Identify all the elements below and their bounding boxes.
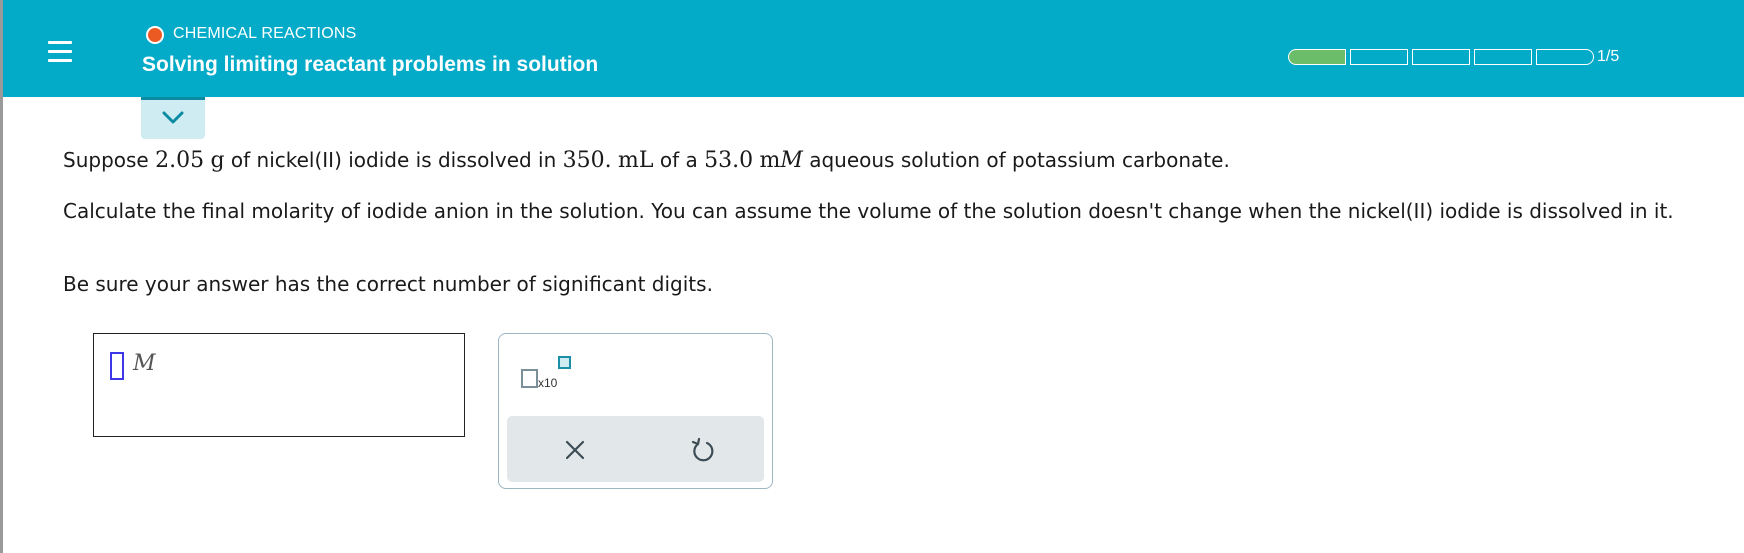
- volume-unit: mL: [618, 148, 654, 173]
- concentration-prefix: m: [759, 148, 781, 173]
- collapse-header-button[interactable]: [141, 97, 205, 139]
- menu-button[interactable]: [42, 33, 76, 67]
- concentration-unit: M: [780, 148, 803, 173]
- progress-segment-2: [1350, 49, 1408, 65]
- question-text: Suppose: [63, 148, 149, 172]
- scientific-notation-button[interactable]: x10: [521, 354, 571, 394]
- answer-unit: M: [133, 351, 156, 376]
- volume-value: 350.: [562, 148, 612, 173]
- action-bar: [507, 416, 764, 482]
- clear-button[interactable]: [559, 434, 591, 466]
- progress-count: 1/5: [1597, 48, 1620, 65]
- page-title: Solving limiting reactant problems in so…: [142, 53, 599, 76]
- undo-button[interactable]: [687, 434, 719, 466]
- exponent-placeholder-icon: [558, 356, 571, 369]
- math-tool-panel: x10: [498, 333, 773, 489]
- question-instruction: Calculate the final molarity of iodide a…: [63, 199, 1674, 223]
- question-statement: Suppose 2.05 g of nickel(II) iodide is d…: [63, 148, 1743, 173]
- progress-segment-3: [1412, 49, 1470, 65]
- mass-unit: g: [210, 148, 225, 173]
- question-text: aqueous solution of potassium carbonate.: [809, 148, 1230, 172]
- topic-label: CHEMICAL REACTIONS: [173, 25, 357, 42]
- question-text: of nickel(II) iodide is dissolved in: [230, 148, 557, 172]
- close-icon: [565, 440, 585, 460]
- hamburger-menu-icon: [48, 41, 72, 44]
- undo-icon: [691, 437, 714, 462]
- topic-status-dot: [148, 28, 162, 42]
- answer-input[interactable]: M: [93, 333, 465, 437]
- progress-segment-1: [1288, 49, 1346, 65]
- progress-segment-4: [1474, 49, 1532, 65]
- question-text: of a: [659, 148, 698, 172]
- header-bar: CHEMICAL REACTIONS Solving limiting reac…: [3, 0, 1744, 97]
- concentration-value: 53.0: [704, 148, 754, 173]
- answer-input-cursor: [110, 352, 124, 380]
- significant-digits-note: Be sure your answer has the correct numb…: [63, 272, 713, 296]
- base-placeholder-icon: [521, 369, 538, 388]
- progress-bar: [1288, 49, 1598, 65]
- x10-label: x10: [538, 376, 558, 390]
- progress-segment-5: [1536, 49, 1594, 65]
- mass-value: 2.05: [155, 148, 205, 173]
- chevron-down-icon: [162, 111, 184, 124]
